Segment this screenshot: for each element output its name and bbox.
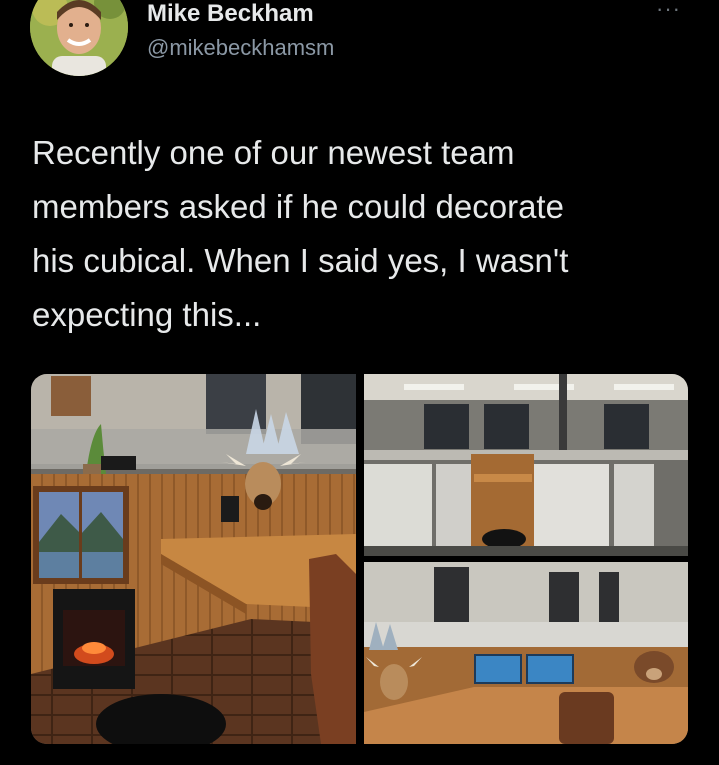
more-options-icon[interactable]: ··· <box>656 0 681 20</box>
photo-grid <box>31 374 688 744</box>
photo-cubicle-fireplace[interactable] <box>31 374 356 744</box>
author-handle[interactable]: @mikebeckhamsm <box>147 35 334 61</box>
photo-cubicle-wide[interactable] <box>364 374 688 556</box>
author-avatar[interactable] <box>30 0 128 76</box>
author-name[interactable]: Mike Beckham <box>147 0 314 28</box>
photo-cubicle-desk[interactable] <box>364 562 688 744</box>
tweet-text: Recently one of our newest team members … <box>32 134 569 333</box>
